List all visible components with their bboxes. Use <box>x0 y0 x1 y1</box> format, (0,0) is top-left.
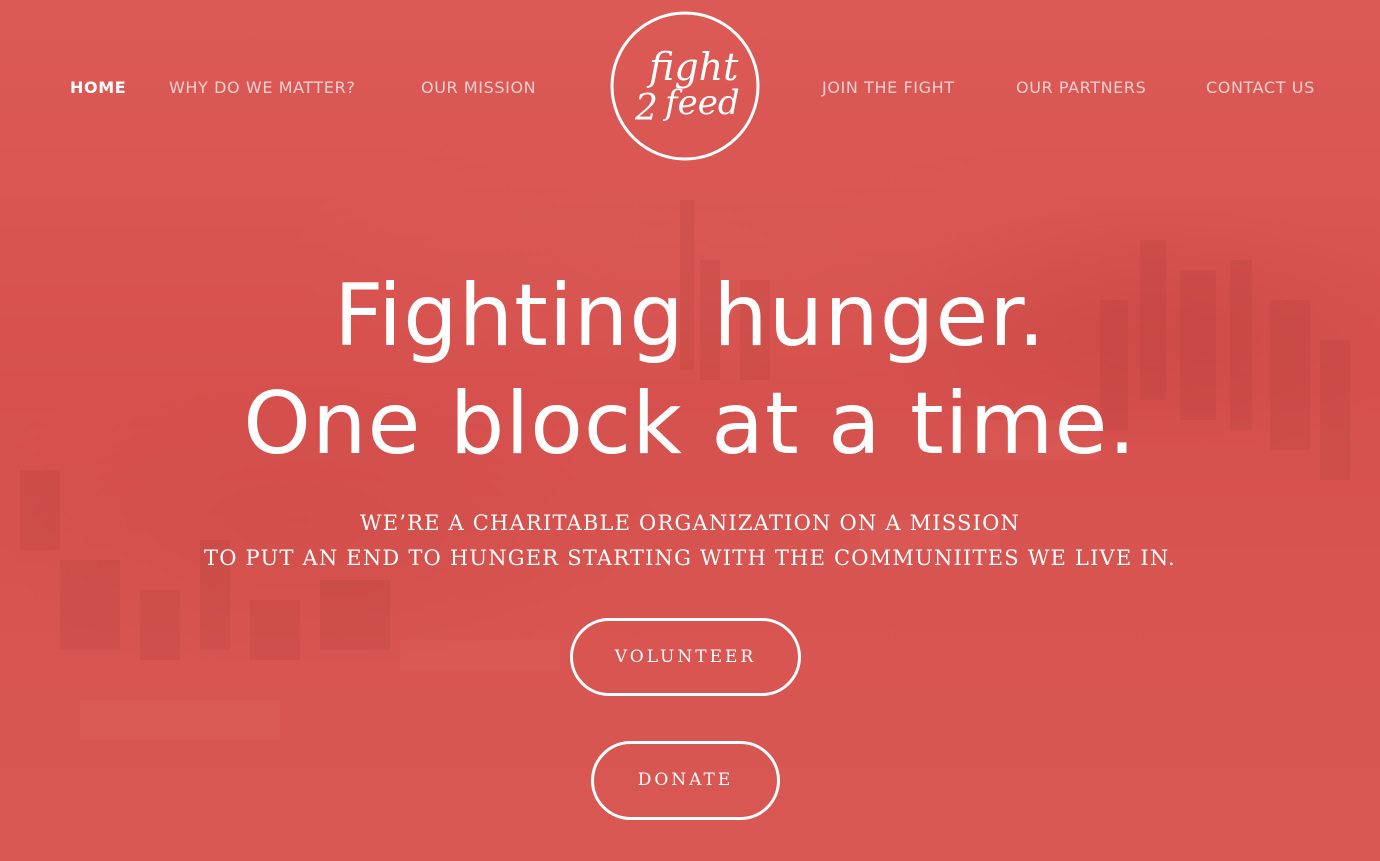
fight2feed-logo[interactable]: fight 2 feed <box>609 10 761 162</box>
nav-link-join-the-fight[interactable]: JOIN THE FIGHT <box>822 78 955 97</box>
subtext-line-1: WE’RE A CHARITABLE ORGANIZATION ON A MIS… <box>359 511 1021 535</box>
nav-link-why-do-we-matter[interactable]: WHY DO WE MATTER? <box>169 78 355 97</box>
logo-text-feed: feed <box>662 83 740 123</box>
main-navigation: HOME WHY DO WE MATTER? OUR MISSION fight… <box>0 0 1380 170</box>
volunteer-button[interactable]: VOLUNTEER <box>570 618 801 696</box>
logo-text-2: 2 <box>634 88 658 129</box>
subtext-line-2: TO PUT AN END TO HUNGER STARTING WITH TH… <box>204 546 1176 570</box>
headline-line-1: Fighting hunger. <box>333 266 1047 366</box>
nav-link-our-mission[interactable]: OUR MISSION <box>421 78 536 97</box>
nav-link-contact-us[interactable]: CONTACT US <box>1206 78 1315 97</box>
hero-headline: Fighting hunger. One block at a time. <box>0 262 1380 478</box>
donate-button[interactable]: DONATE <box>591 741 780 820</box>
hero-subtext: WE’RE A CHARITABLE ORGANIZATION ON A MIS… <box>0 506 1380 576</box>
headline-line-2: One block at a time. <box>243 374 1137 474</box>
nav-link-our-partners[interactable]: OUR PARTNERS <box>1016 78 1146 97</box>
nav-link-home[interactable]: HOME <box>70 78 126 97</box>
